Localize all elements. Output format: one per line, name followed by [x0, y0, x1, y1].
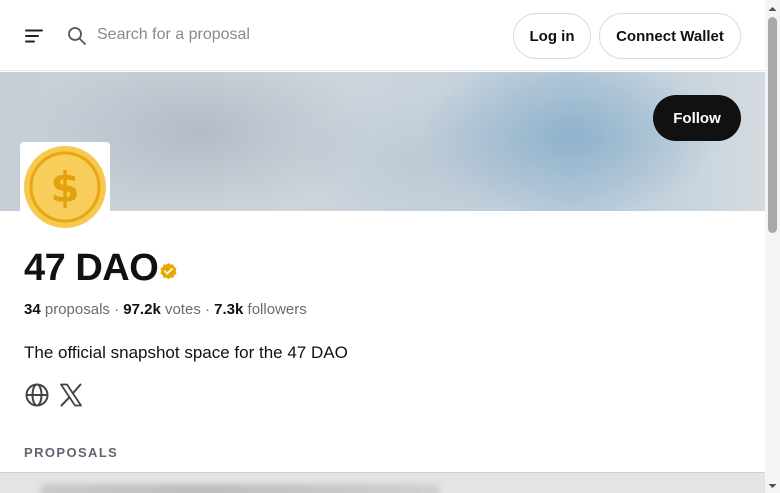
proposals-count: 34 — [24, 301, 41, 318]
avatar-dollar-symbol: $ — [50, 163, 79, 212]
verified-badge-icon — [159, 262, 178, 281]
proposals-section-title: PROPOSALS — [24, 445, 119, 460]
menu-icon[interactable] — [24, 26, 44, 46]
globe-icon[interactable] — [24, 382, 50, 408]
search-icon — [67, 26, 87, 46]
space-avatar-frame: $ — [20, 142, 110, 232]
follow-button[interactable]: Follow — [653, 95, 741, 141]
proposals-label[interactable]: proposals — [45, 301, 110, 318]
space-stats: 34 proposals · 97.2k votes · 7.3k follow… — [24, 301, 307, 318]
space-cover-banner — [0, 72, 765, 211]
followers-label[interactable]: followers — [248, 301, 307, 318]
votes-count: 97.2k — [123, 301, 161, 318]
connect-wallet-button[interactable]: Connect Wallet — [599, 13, 741, 59]
proposal-preview-blur — [40, 484, 440, 493]
scroll-down-arrow-icon[interactable] — [765, 479, 780, 491]
scrollbar-thumb[interactable] — [768, 17, 777, 233]
search-input[interactable] — [97, 20, 377, 50]
stats-separator: · — [200, 301, 215, 318]
scroll-up-arrow-icon[interactable] — [765, 2, 780, 14]
x-icon[interactable] — [58, 382, 84, 408]
proposal-list-item[interactable] — [0, 472, 765, 493]
space-about-text: The official snapshot space for the 47 D… — [24, 343, 348, 362]
votes-label: votes — [164, 301, 201, 318]
top-navigation-bar: Log in Connect Wallet — [0, 0, 765, 71]
page-scrollbar[interactable] — [765, 0, 780, 493]
space-title: 47 DAO — [24, 247, 159, 289]
space-avatar: $ — [24, 146, 106, 228]
followers-count: 7.3k — [214, 301, 244, 318]
stats-separator: · — [109, 301, 124, 318]
log-in-button[interactable]: Log in — [513, 13, 591, 59]
